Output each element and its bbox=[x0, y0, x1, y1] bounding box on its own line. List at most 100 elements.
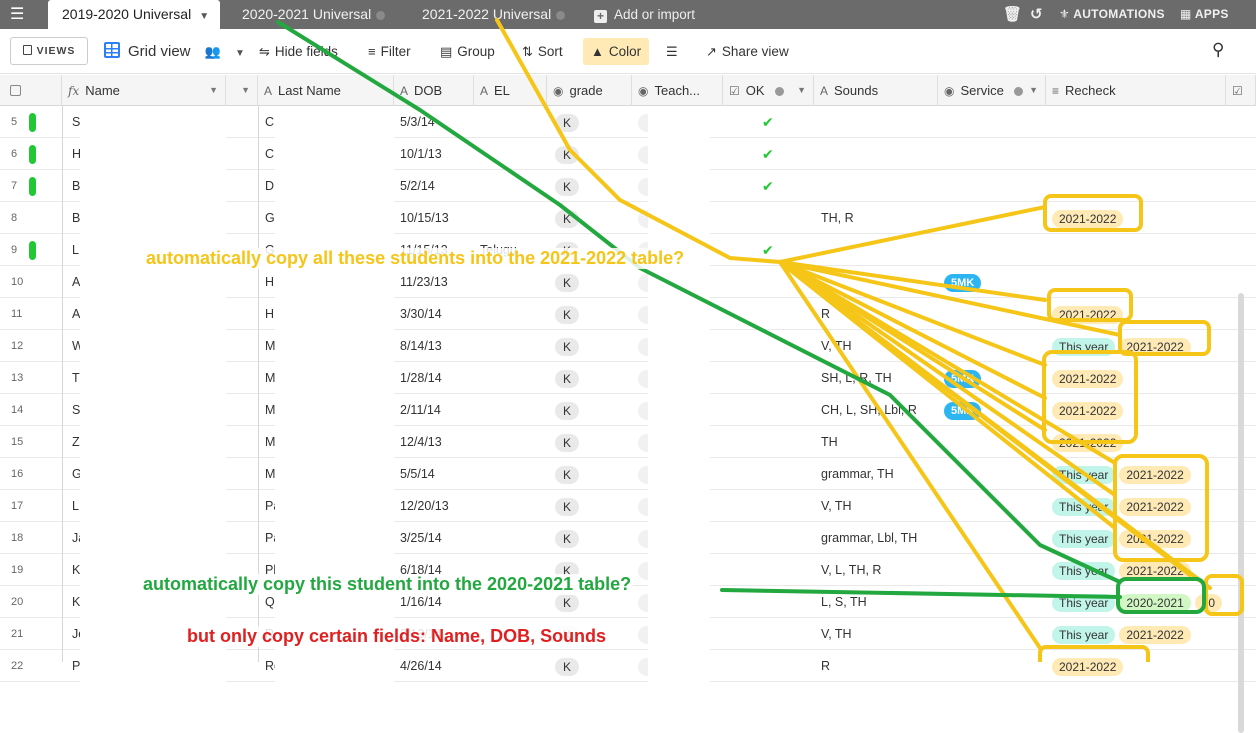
cell-el[interactable] bbox=[480, 650, 547, 682]
cell-el[interactable] bbox=[480, 458, 547, 490]
cell-dob[interactable]: 1/28/14 bbox=[400, 362, 474, 394]
cell-ok[interactable] bbox=[762, 202, 782, 234]
cell-recheck[interactable]: This year 2021-2022 bbox=[1052, 330, 1238, 362]
cell-recheck[interactable]: 2021-2022 bbox=[1052, 362, 1238, 394]
cell-dob[interactable]: 3/30/14 bbox=[400, 298, 474, 330]
cell-recheck[interactable]: 2021-2022 bbox=[1052, 426, 1238, 458]
cell-recheck[interactable]: 2021-2022 bbox=[1052, 202, 1238, 234]
cell-sounds[interactable] bbox=[821, 106, 938, 138]
cell-ok[interactable]: ✔ bbox=[762, 170, 782, 202]
cell-sounds[interactable] bbox=[821, 266, 938, 298]
cell-dob[interactable]: 10/1/13 bbox=[400, 138, 474, 170]
cell-service[interactable] bbox=[944, 202, 1046, 234]
cell-ok[interactable] bbox=[762, 618, 782, 650]
cell-recheck[interactable]: 2021-2022 bbox=[1052, 298, 1238, 330]
cell-sounds[interactable]: grammar, Lbl, TH bbox=[821, 522, 938, 554]
column-header-more[interactable]: ☑ bbox=[1226, 75, 1256, 106]
filter-button[interactable]: ≡ Filter bbox=[368, 41, 411, 63]
cell-ok[interactable] bbox=[762, 362, 782, 394]
cell-ok[interactable] bbox=[762, 554, 782, 586]
group-button[interactable]: ▤ Group bbox=[440, 41, 495, 63]
cell-service[interactable] bbox=[944, 650, 1046, 682]
cell-sounds[interactable]: CH, L, SH, Lbl, R bbox=[821, 394, 938, 426]
cell-grade[interactable]: K bbox=[555, 106, 632, 138]
sort-button[interactable]: ⇅ Sort bbox=[522, 41, 563, 63]
cell-recheck[interactable]: This year 2021-2022 bbox=[1052, 554, 1238, 586]
cell-el[interactable] bbox=[480, 298, 547, 330]
cell-service[interactable]: 5MK bbox=[944, 362, 1046, 394]
search-icon[interactable]: ⚲ bbox=[1212, 40, 1224, 60]
cell-ok[interactable]: ✔ bbox=[762, 138, 782, 170]
column-header-sounds[interactable]: A Sounds bbox=[814, 75, 938, 106]
table-row[interactable]: 17LPa12/20/13KV, THThis year2021-2022 bbox=[0, 490, 1256, 522]
cell-grade[interactable]: K bbox=[555, 170, 632, 202]
table-row[interactable]: 18JaPa3/25/14Kgrammar, Lbl, THThis year2… bbox=[0, 522, 1256, 554]
cell-dob[interactable]: 3/25/14 bbox=[400, 522, 474, 554]
cell-dob[interactable]: 12/4/13 bbox=[400, 426, 474, 458]
cell-service[interactable] bbox=[944, 522, 1046, 554]
table-row[interactable]: 22PRo4/26/14KR2021-2022 bbox=[0, 650, 1256, 682]
cell-service[interactable] bbox=[944, 330, 1046, 362]
table-row[interactable]: 8 B G 10/15/13 K TH, R 2021-2022 bbox=[0, 202, 1256, 234]
cell-el[interactable] bbox=[480, 490, 547, 522]
cell-service[interactable] bbox=[944, 618, 1046, 650]
cell-service[interactable] bbox=[944, 106, 1046, 138]
cell-el[interactable] bbox=[480, 106, 547, 138]
trash-icon[interactable]: 🗑 bbox=[1003, 0, 1022, 29]
chevron-down-icon[interactable]: ▼ bbox=[241, 75, 250, 106]
cell-recheck[interactable] bbox=[1052, 138, 1238, 170]
column-header-hidden[interactable]: ▼ bbox=[226, 75, 258, 106]
cell-service[interactable] bbox=[944, 234, 1046, 266]
cell-grade[interactable]: K bbox=[555, 298, 632, 330]
cell-el[interactable] bbox=[480, 330, 547, 362]
chevron-down-icon[interactable]: ▼ bbox=[209, 75, 218, 106]
cell-dob[interactable]: 10/15/13 bbox=[400, 202, 474, 234]
table-row[interactable]: 15 Z M 12/4/13 K TH 2021-2022 bbox=[0, 426, 1256, 458]
cell-ok[interactable] bbox=[762, 330, 782, 362]
chevron-down-icon[interactable]: ▼ bbox=[199, 11, 209, 22]
cell-recheck[interactable]: This year 2020-2021 20 bbox=[1052, 586, 1238, 618]
cell-el[interactable] bbox=[480, 394, 547, 426]
cell-sounds[interactable] bbox=[821, 234, 938, 266]
cell-sounds[interactable]: L, S, TH bbox=[821, 586, 938, 618]
table-row[interactable]: 6 H C 10/1/13 K ✔ bbox=[0, 138, 1256, 170]
table-row[interactable]: 10 A H 11/23/13 K 5MK bbox=[0, 266, 1256, 298]
apps-button[interactable]: ▦ APPS bbox=[1180, 0, 1229, 29]
cell-sounds[interactable]: V, L, TH, R bbox=[821, 554, 938, 586]
cell-dob[interactable]: 8/14/13 bbox=[400, 330, 474, 362]
cell-service[interactable]: 5MK bbox=[944, 266, 1046, 298]
cell-sounds[interactable]: SH, L, R, TH bbox=[821, 362, 938, 394]
chevron-down-icon[interactable]: ▼ bbox=[1029, 75, 1038, 106]
cell-recheck[interactable] bbox=[1052, 266, 1238, 298]
tab-2021-2022-universal[interactable]: 2021-2022 Universal bbox=[408, 0, 580, 29]
cell-dob[interactable]: 4/26/14 bbox=[400, 650, 474, 682]
cell-service[interactable] bbox=[944, 554, 1046, 586]
column-header-teacher[interactable]: ◉ Teach... bbox=[632, 75, 723, 106]
cell-sounds[interactable]: TH, R bbox=[821, 202, 938, 234]
cell-recheck[interactable]: This year 2021-2022 bbox=[1052, 458, 1238, 490]
share-view-button[interactable]: ↗ Share view bbox=[706, 41, 789, 63]
tab-2020-2021-universal[interactable]: 2020-2021 Universal bbox=[228, 0, 398, 29]
cell-ok[interactable] bbox=[762, 490, 782, 522]
cell-grade[interactable]: K bbox=[555, 458, 632, 490]
cell-grade[interactable]: K bbox=[555, 330, 632, 362]
vertical-scrollbar[interactable] bbox=[1238, 293, 1244, 733]
column-header-recheck[interactable]: ≡ Recheck bbox=[1046, 75, 1226, 106]
cell-dob[interactable]: 5/3/14 bbox=[400, 106, 474, 138]
cell-grade[interactable]: K bbox=[555, 266, 632, 298]
cell-ok[interactable] bbox=[762, 266, 782, 298]
cell-service[interactable]: 5MK bbox=[944, 394, 1046, 426]
grid-view-switcher[interactable]: Grid view 👥 ▼ bbox=[104, 40, 245, 64]
cell-service[interactable] bbox=[944, 138, 1046, 170]
cell-el[interactable] bbox=[480, 426, 547, 458]
cell-ok[interactable] bbox=[762, 458, 782, 490]
column-header-el[interactable]: A EL bbox=[474, 75, 547, 106]
views-button[interactable]: VIEWS bbox=[10, 37, 88, 65]
cell-sounds[interactable]: V, TH bbox=[821, 618, 938, 650]
cell-service[interactable] bbox=[944, 170, 1046, 202]
column-header-service[interactable]: ◉ Service ▼ bbox=[938, 75, 1046, 106]
column-header-grade[interactable]: ◉ grade bbox=[547, 75, 632, 106]
cell-recheck[interactable]: This year 2021-2022 bbox=[1052, 522, 1238, 554]
table-row[interactable]: 16 G M 5/5/14 Kgrammar, TH This year 2021-2022 bbox=[0, 458, 1256, 490]
table-row[interactable]: 12 W M 8/14/13 K V, TH This year 2021-2022 bbox=[0, 330, 1256, 362]
